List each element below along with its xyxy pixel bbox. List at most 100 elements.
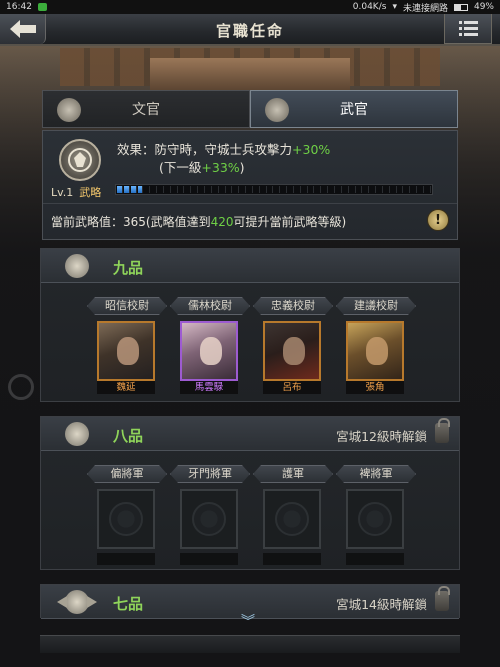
progress-segment — [253, 186, 260, 193]
strategy-progress-bar — [115, 184, 433, 195]
status-time: 16:42 — [6, 2, 32, 12]
seal-icon — [275, 502, 309, 536]
status-speed: 0.04K/s — [352, 2, 387, 12]
progress-segment — [288, 186, 294, 193]
list-menu-icon — [458, 21, 478, 24]
chevron-double-down-icon[interactable]: ︾ — [241, 615, 255, 629]
office-title: 忠義校尉 — [253, 297, 333, 315]
effect-bonus: +30% — [292, 142, 331, 157]
progress-segment — [240, 186, 247, 193]
next-level-bonus: +33% — [201, 160, 240, 175]
strategy-emblem-icon — [59, 139, 101, 181]
progress-segment — [267, 186, 274, 193]
wifi-icon: ▾ — [392, 2, 397, 12]
effect-description: 效果：防守時，守城士兵攻擊力+30% — [117, 142, 331, 157]
empty-slot-frame — [97, 489, 155, 549]
rank-section-eighth: 八品 宮城12級時解鎖 偏將軍 牙門將軍 護軍 裨將軍 — [40, 416, 460, 570]
seal-icon — [109, 502, 143, 536]
office-title: 建議校尉 — [336, 297, 416, 315]
progress-segment — [117, 186, 123, 193]
progress-segment — [322, 186, 329, 193]
progress-segment — [342, 186, 349, 193]
progress-segment — [247, 186, 253, 193]
progress-segment — [383, 186, 390, 193]
progress-segment — [377, 186, 383, 193]
unlock-requirement: 宮城14級時解鎖 — [336, 597, 427, 612]
progress-segment — [418, 186, 424, 193]
lock-icon — [435, 586, 450, 611]
app-notification-icon — [37, 3, 47, 11]
empty-slot-frame — [346, 489, 404, 549]
progress-segment — [315, 186, 322, 193]
progress-segment — [336, 186, 342, 193]
general-portrait[interactable] — [346, 321, 404, 381]
status-battery: 49% — [473, 2, 494, 12]
progress-segment — [130, 186, 137, 193]
lock-icon — [435, 418, 450, 443]
rank-header: 九品 — [41, 249, 459, 283]
general-portrait[interactable] — [180, 321, 238, 381]
background-ring-ornament — [8, 374, 34, 400]
title-bar: 官職任命 — [0, 14, 500, 46]
next-level-effect: (下一級+33%) — [159, 160, 245, 175]
bottom-frame — [40, 635, 460, 653]
progress-segment — [370, 186, 377, 193]
system-status-bar: 16:42 0.04K/s ▾ 未連接網路 49% — [0, 0, 500, 14]
seal-icon — [358, 502, 392, 536]
tab-civil-officials[interactable]: 文官 — [42, 90, 250, 128]
current-strategy-value: 當前武略值：365(武略值達到420可提升當前武略等級) — [51, 215, 347, 229]
progress-segment — [205, 186, 212, 193]
empty-slot-frame — [263, 489, 321, 549]
general-portrait[interactable] — [97, 321, 155, 381]
progress-segment — [219, 186, 226, 193]
progress-segment — [164, 186, 171, 193]
progress-segment — [397, 186, 404, 193]
empty-name-plate — [97, 553, 155, 565]
divider — [43, 203, 457, 204]
progress-segment — [329, 186, 335, 193]
winged-rank-emblem-icon — [65, 590, 89, 614]
background-city-gate — [150, 58, 350, 90]
progress-segment — [281, 186, 288, 193]
strategy-level: Lv.1 武略 — [51, 186, 102, 199]
strategy-label: 武略 — [79, 186, 102, 199]
rank-section-ninth: 九品 昭信校尉 魏延 儒林校尉 馬雲騄 忠義校尉 呂布 建議校尉 張角 — [40, 248, 460, 402]
progress-segment — [151, 186, 158, 193]
office-title: 儒林校尉 — [170, 297, 250, 315]
progress-segment — [356, 186, 363, 193]
progress-segment — [294, 186, 301, 193]
seal-icon — [192, 502, 226, 536]
office-title: 偏將軍 — [87, 465, 167, 483]
battery-icon — [453, 3, 468, 11]
menu-button[interactable] — [444, 14, 492, 44]
general-portrait[interactable] — [263, 321, 321, 381]
progress-segment — [390, 186, 397, 193]
progress-segment — [171, 186, 178, 193]
progress-segment — [144, 186, 151, 193]
progress-segment — [411, 186, 418, 193]
progress-segment — [308, 186, 315, 193]
office-tabs: 文官 武官 — [42, 90, 458, 128]
empty-slot-frame — [180, 489, 238, 549]
rank-name: 八品 — [113, 427, 144, 445]
progress-segment — [424, 186, 431, 193]
progress-segment — [199, 186, 205, 193]
rank-emblem-icon — [65, 422, 89, 446]
progress-segment — [137, 186, 144, 193]
progress-segment — [363, 186, 370, 193]
progress-segment — [226, 186, 233, 193]
civil-crest-icon — [57, 98, 81, 122]
tab-military-officials[interactable]: 武官 — [250, 90, 458, 128]
effect-panel: 效果：防守時，守城士兵攻擊力+30% (下一級+33%) Lv.1 武略 當前武略… — [42, 130, 458, 240]
info-icon[interactable]: ! — [427, 209, 449, 231]
progress-segment — [349, 186, 356, 193]
rank-header: 八品 宮城12級時解鎖 — [41, 417, 459, 451]
general-name: 張角 — [346, 381, 404, 394]
progress-segment — [301, 186, 308, 193]
progress-segment — [192, 186, 199, 193]
progress-segment — [233, 186, 240, 193]
progress-segment — [274, 186, 281, 193]
page-title: 官職任命 — [215, 22, 284, 40]
progress-segment — [123, 186, 130, 193]
general-name: 魏延 — [97, 381, 155, 394]
